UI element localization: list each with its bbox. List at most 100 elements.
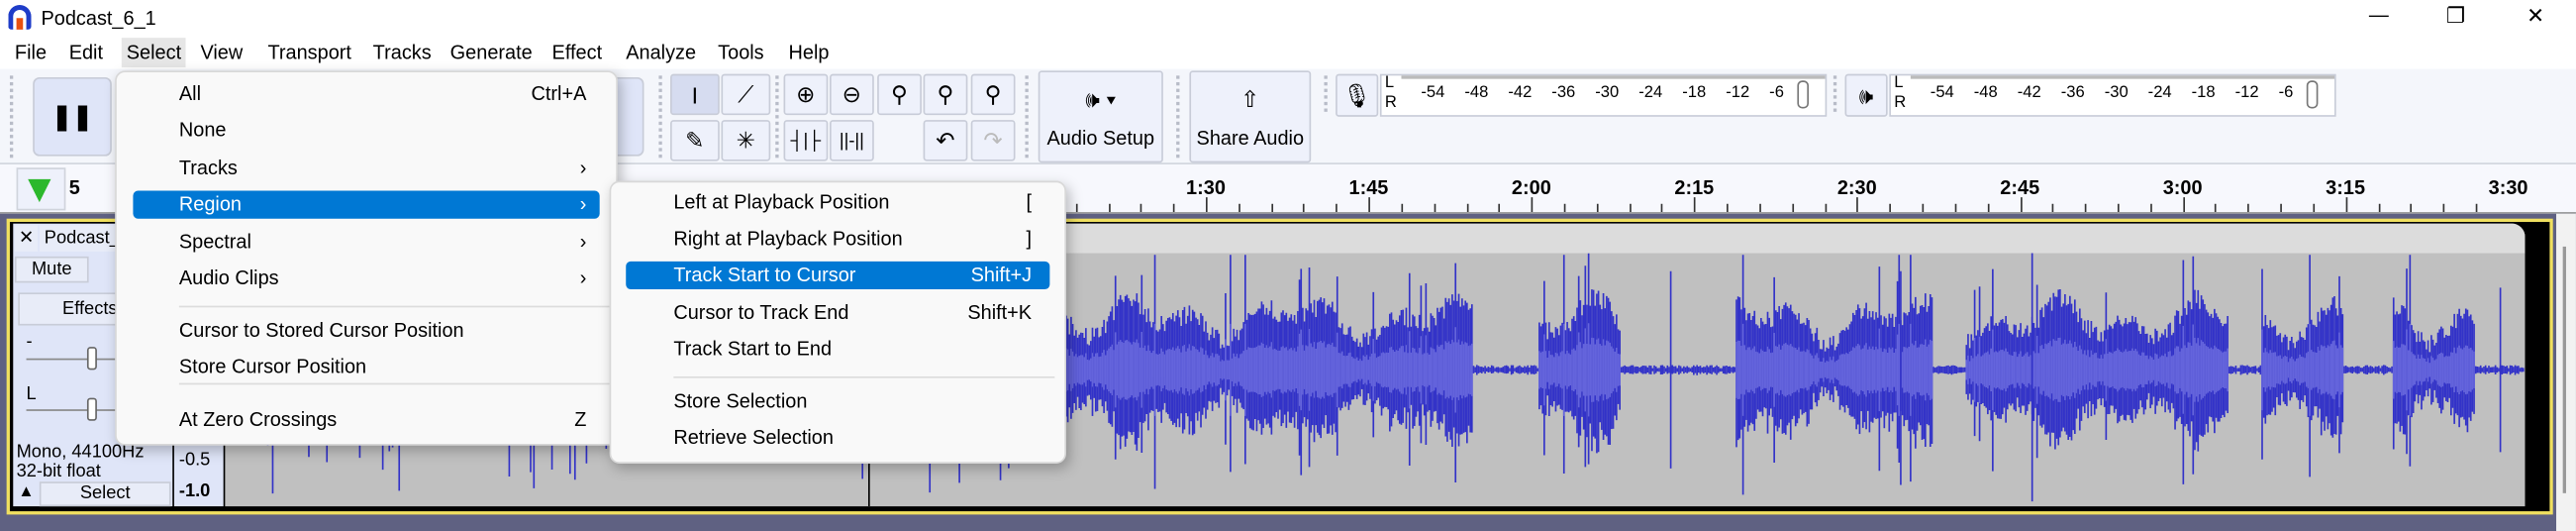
meter-slider-thumb[interactable] [2306,80,2319,109]
selection-tool[interactable]: I [670,73,720,116]
zoom-in-button[interactable]: ⊕ [783,73,829,116]
menu-edit[interactable]: Edit [69,41,103,63]
timeline-tick [1205,197,1208,213]
region-submenu-item-retrieve-selection[interactable]: Retrieve Selection [611,424,1067,452]
fit-project-icon: ⚲ [937,80,954,107]
region-submenu-item-left-at-playback-position[interactable]: Left at Playback Position [ [611,189,1067,217]
zoom-in-icon: ⊕ [796,80,816,107]
meter-channel-left: L [1894,73,1904,92]
envelope-tool[interactable]: ⟋ [721,73,771,116]
track-close-button[interactable]: ✕ [14,225,39,252]
select-menu-item-tracks[interactable]: Tracks › [117,155,620,182]
chevron-right-icon: › [579,266,587,290]
play-head-button[interactable] [16,167,66,211]
vertical-scrollbar[interactable] [2556,213,2576,531]
timeline-tick [1303,203,1306,213]
select-menu-item-region[interactable]: Region › [133,190,600,219]
select-menu-item-store-cursor-position[interactable]: Store Cursor Position [117,354,620,381]
zoom-out-button[interactable]: ⊖ [829,73,874,116]
silence-icon: ||-|| [839,130,864,151]
menu-view[interactable]: View [200,41,243,63]
select-menu-item-cursor-to-stored-cursor-position[interactable]: Cursor to Stored Cursor Position [117,317,620,345]
menu-select[interactable]: Select [121,38,187,68]
zoom-toggle-icon: ⚲ [984,80,1002,107]
timeline-tick [1368,197,1371,213]
timeline-tick [2247,203,2250,213]
silence-button[interactable]: ||-|| [829,120,874,161]
zoom-toggle-button[interactable]: ⚲ [970,73,1016,116]
select-menu-item-at-zero-crossings[interactable]: At Zero Crossings Z [117,406,620,434]
meter-scale-label: -6 [2278,83,2294,102]
share-icon: ⇧ [1240,84,1260,112]
speaker-dropdown-icon: 🕪 ▾ [1085,84,1117,112]
record-meter-button[interactable]: 🎙 [1336,73,1379,117]
trim-button[interactable]: ┤|├ [783,120,829,161]
timeline-tick [1629,203,1632,213]
playback-meter-button[interactable]: 🕪 [1844,73,1888,117]
timeline-tick [1694,197,1696,213]
region-submenu-item-track-start-to-cursor[interactable]: Track Start to Cursor Shift+J [626,261,1050,290]
pan-slider-thumb[interactable] [86,397,97,421]
select-menu-item-none[interactable]: None [117,117,620,145]
menu-item-label: None [178,118,227,142]
gain-slider-thumb[interactable] [86,347,97,371]
timeline-tick [2182,197,2185,213]
menu-item-label: Store Selection [673,389,808,413]
close-window-button[interactable]: ✕ [2526,3,2544,30]
select-menu-item-audio-clips[interactable]: Audio Clips › [117,265,620,292]
select-menu: All Ctrl+A None Tracks › Region › Spectral › Audi… [115,70,620,446]
playback-meter[interactable]: L R -54 -48 -42 -36 -30 -24 -18 -12 -6 [1889,73,2336,117]
fit-selection-button[interactable]: ⚲ [877,73,922,116]
menu-item-shortcut: Z [574,407,587,431]
select-menu-item-spectral[interactable]: Spectral › [117,229,620,257]
mute-button[interactable]: Mute [14,256,89,283]
meter-slider-thumb[interactable] [1797,80,1809,109]
fit-project-button[interactable]: ⚲ [923,73,968,116]
timeline-tick [2084,203,2087,213]
play-triangle-icon [28,178,51,203]
chevron-right-icon: › [579,156,587,179]
share-audio-button[interactable]: ⇧ Share Audio [1189,70,1312,163]
meter-channel-right: R [1894,93,1907,112]
menu-tools[interactable]: Tools [718,41,763,63]
track-select-button[interactable]: Select [39,481,171,507]
draw-tool[interactable]: ✎ [670,120,720,161]
region-submenu-item-track-start-to-end[interactable]: Track Start to End [611,336,1067,364]
meter-scale-label: -48 [1464,83,1489,102]
asterisk-icon: ✳ [736,126,756,154]
menu-file[interactable]: File [15,41,47,63]
multi-tool[interactable]: ✳ [721,120,771,161]
meter-scale-label: -18 [2191,83,2216,102]
redo-button[interactable]: ↷ [970,120,1016,161]
audacity-logo-icon [8,4,32,30]
collapse-track-button[interactable]: ▲ [18,483,34,501]
timeline-tick-label: 2:45 [2000,175,2040,199]
timeline-tick [1922,203,1925,213]
select-menu-item-all[interactable]: All Ctrl+A [117,80,620,108]
restore-button[interactable]: ❐ [2446,3,2465,30]
timeline-tick [1238,203,1240,213]
menu-bar: File Edit Select View Transport Tracks G… [0,36,2576,69]
menu-item-label: Right at Playback Position [673,226,903,251]
menu-item-label: Retrieve Selection [673,425,834,450]
region-submenu-item-store-selection[interactable]: Store Selection [611,388,1067,416]
undo-button[interactable]: ↶ [923,120,968,161]
audio-setup-button[interactable]: 🕪 ▾ Audio Setup [1038,70,1163,163]
timeline-tick-label: 3:30 [2488,175,2528,199]
title-bar: Podcast_6_1 — ❐ ✕ [0,0,2576,37]
timeline-tick [2345,197,2347,213]
pause-button[interactable]: ❚❚ [33,76,112,157]
meter-channel-right: R [1384,93,1397,112]
menu-item-label: Audio Clips [178,266,279,290]
region-submenu-item-cursor-to-track-end[interactable]: Cursor to Track End Shift+K [611,299,1067,327]
recording-meter[interactable]: L R -54 -48 -42 -36 -30 -24 -18 -12 -6 [1379,73,1828,117]
menu-tracks[interactable]: Tracks [373,41,432,63]
menu-analyze[interactable]: Analyze [626,41,696,63]
region-submenu-item-right-at-playback-position[interactable]: Right at Playback Position] [611,225,1067,253]
menu-generate[interactable]: Generate [450,41,533,63]
menu-effect[interactable]: Effect [552,41,603,63]
menu-help[interactable]: Help [789,41,830,63]
timeline-tick [1954,203,1957,213]
minimize-button[interactable]: — [2369,3,2389,26]
menu-transport[interactable]: Transport [267,41,350,63]
